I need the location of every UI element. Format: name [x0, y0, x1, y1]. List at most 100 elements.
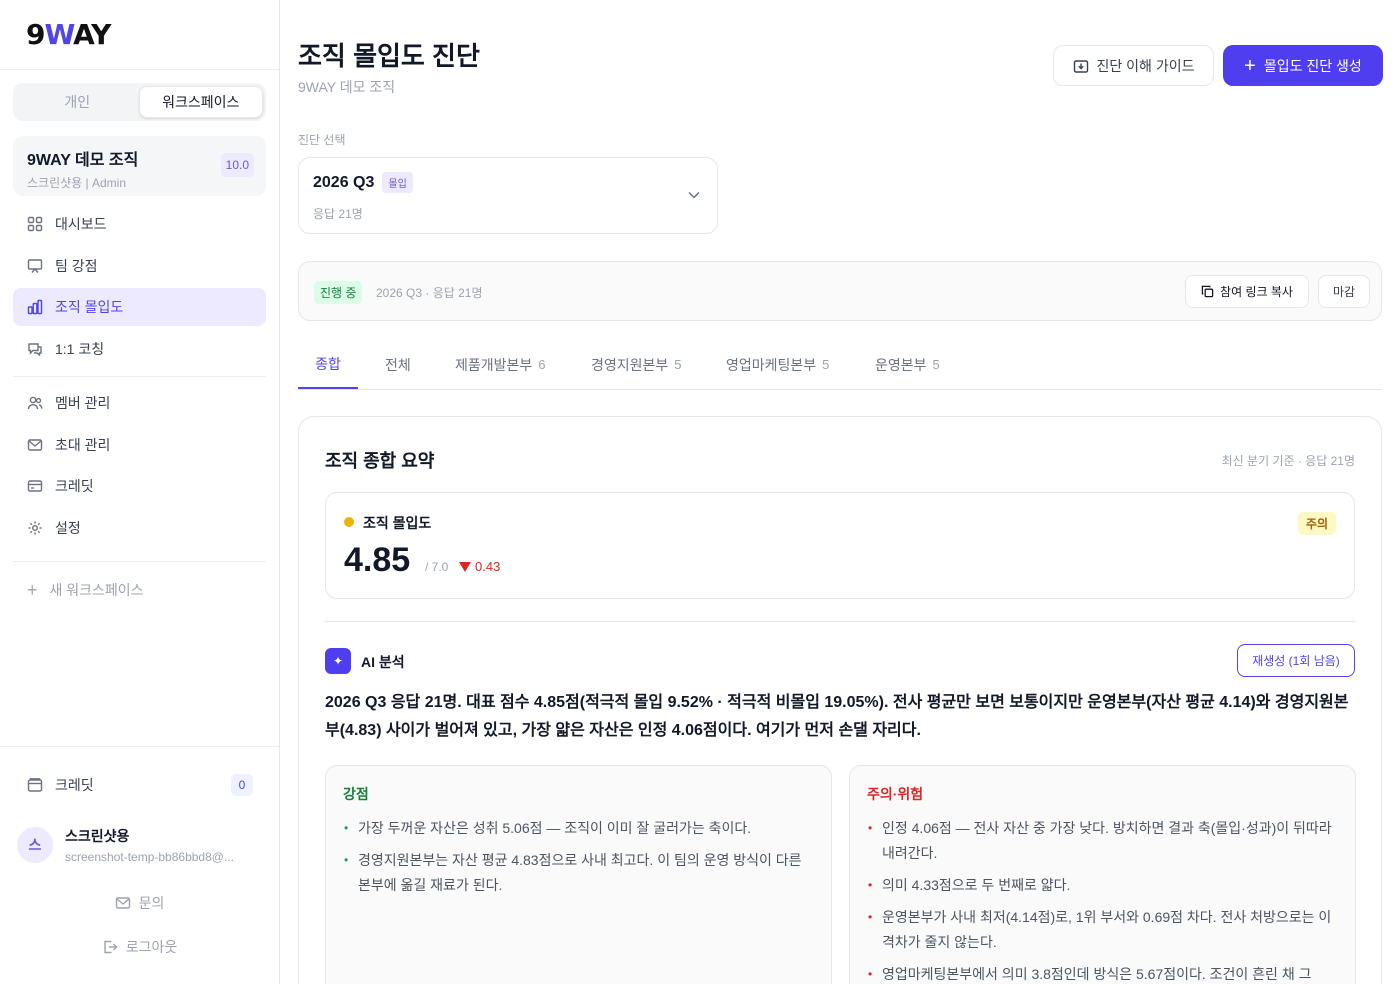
regenerate-button[interactable]: 재생성 (1회 남음): [1237, 644, 1355, 677]
scope-toggle: 개인 워크스페이스: [13, 83, 266, 121]
nav-divider: [13, 376, 266, 377]
nav-item-engagement[interactable]: 조직 몰입도: [13, 288, 266, 326]
credit-summary[interactable]: 크레딧 0: [27, 773, 253, 797]
nav-item-label: 초대 관리: [55, 436, 111, 453]
tab-bar: 종합 전체 제품개발본부 6 경영지원본부 5 영업마케팅본부 5 운영본부 5: [298, 340, 1382, 390]
selector-label: 진단 선택: [298, 133, 346, 147]
nav-item-dashboard[interactable]: 대시보드: [13, 205, 266, 243]
tab-product-dev[interactable]: 제품개발본부 6: [455, 340, 546, 389]
nav-item-label: 1:1 코칭: [55, 340, 105, 357]
card-icon: [27, 478, 43, 494]
tab-summary[interactable]: 종합: [298, 340, 358, 389]
nav-item-label: 대시보드: [55, 216, 107, 232]
tab-label: 종합: [315, 355, 341, 372]
avatar: 스: [17, 827, 53, 863]
plus-icon: +: [27, 580, 38, 600]
tab-all[interactable]: 전체: [385, 340, 411, 389]
metric-label: 조직 몰입도: [363, 515, 432, 531]
tab-count: 6: [538, 357, 546, 372]
list-item: 운영본부가 사내 최저(4.14점)로, 1위 부서와 0.69점 차다. 전사…: [867, 905, 1338, 955]
sparkle-icon: ✦: [325, 648, 351, 674]
diagnosis-selector[interactable]: 2026 Q3 몰입 응답 21명: [298, 157, 718, 234]
tab-label: 영업마케팅본부: [726, 356, 817, 373]
nav-item-members[interactable]: 멤버 관리: [13, 384, 266, 422]
metric-max: / 7.0: [425, 560, 449, 574]
workspace-card[interactable]: 9WAY 데모 조직 스크린샷용 | Admin 10.0: [13, 136, 266, 196]
summary-panel: 조직 종합 요약 최신 분기 기준 · 응답 21명 조직 몰입도 주의 4.8…: [298, 416, 1382, 984]
metric-delta-value: 0.43: [475, 559, 501, 574]
nav-item-label: 크레딧: [55, 478, 94, 494]
logout-label: 로그아웃: [125, 939, 178, 955]
status-bar: 진행 중 2026 Q3 · 응답 21명 참여 링크 복사 마감: [298, 261, 1382, 321]
strengths-box: 강점 가장 두꺼운 자산은 성취 5.06점 — 조직이 이미 잘 굴러가는 축…: [325, 765, 832, 984]
bar-chart-icon: [27, 299, 43, 315]
sidebar-footer-divider: [0, 746, 279, 747]
logout-icon: [102, 939, 118, 955]
nav-item-label: 설정: [55, 519, 81, 536]
nav-item-label: 조직 몰입도: [55, 299, 124, 315]
presentation-icon: [27, 258, 43, 274]
metric-value: 4.85: [344, 541, 411, 579]
nav-item-settings[interactable]: 설정: [13, 509, 266, 547]
selector-subtitle: 응답 21명: [313, 207, 363, 221]
page-subtitle: 9WAY 데모 조직: [298, 79, 396, 95]
inquiry-link[interactable]: 문의: [0, 893, 279, 913]
engagement-metric-card: 조직 몰입도 주의 4.85 / 7.0 0.43: [325, 492, 1355, 599]
nav-admin: 멤버 관리 초대 관리 크레딧 설정: [13, 384, 266, 550]
main-content: 조직 몰입도 진단 9WAY 데모 조직 진단 이해 가이드 + 몰입도 진단 …: [280, 0, 1400, 984]
list-item: 경영지원본부는 자산 평균 4.83점으로 사내 최고다. 이 팀의 운영 방식…: [343, 848, 814, 898]
workspace-name: 9WAY 데모 조직: [27, 152, 139, 169]
wallet-icon: [27, 777, 43, 793]
selector-title: 2026 Q3: [313, 173, 375, 191]
grid-icon: [27, 216, 43, 232]
selector-type-chip: 몰입: [382, 172, 413, 193]
tab-count: 5: [674, 357, 682, 372]
page-title: 조직 몰입도 진단: [298, 41, 480, 71]
copy-link-button[interactable]: 참여 링크 복사: [1185, 275, 1309, 308]
workspace-role: 스크린샷용 | Admin: [27, 176, 126, 190]
copy-icon: [1201, 285, 1214, 298]
risks-list: 인정 4.06점 — 전사 자산 중 가장 낮다. 방치하면 결과 축(몰입·성…: [867, 816, 1338, 984]
brand-logo[interactable]: 9WAY: [26, 18, 111, 51]
tab-label: 제품개발본부: [455, 356, 533, 373]
download-box-icon: [1073, 58, 1089, 74]
nav-item-credits[interactable]: 크레딧: [13, 467, 266, 505]
selector-title-row: 2026 Q3 몰입: [313, 172, 703, 193]
scope-workspace[interactable]: 워크스페이스: [138, 86, 263, 118]
nav-item-invites[interactable]: 초대 관리: [13, 426, 266, 464]
metric-delta: 0.43: [459, 559, 500, 574]
users-icon: [27, 395, 43, 411]
create-diagnosis-button[interactable]: + 몰입도 진단 생성: [1223, 45, 1383, 86]
nav-divider: [13, 561, 266, 562]
status-dot: [344, 517, 354, 527]
list-item: 가장 두꺼운 자산은 성취 5.06점 — 조직이 이미 잘 굴러가는 축이다.: [343, 816, 814, 841]
chat-icon: [27, 341, 43, 357]
scope-personal[interactable]: 개인: [16, 86, 139, 118]
ai-analysis-title: AI 분석: [361, 654, 405, 670]
new-workspace-button[interactable]: + 새 워크스페이스: [27, 580, 144, 600]
create-button-label: 몰입도 진단 생성: [1263, 57, 1362, 74]
user-profile[interactable]: 스 스크린샷용 screenshot-temp-bb86bbd8@...: [17, 826, 260, 864]
list-item: 의미 4.33점으로 두 번째로 얇다.: [867, 873, 1338, 898]
tab-sales-marketing[interactable]: 영업마케팅본부 5: [726, 340, 829, 389]
close-diagnosis-button[interactable]: 마감: [1318, 275, 1370, 308]
logo-area: 9WAY: [0, 0, 279, 70]
credit-label: 크레딧: [55, 777, 94, 793]
nav-item-team-strengths[interactable]: 팀 강점: [13, 247, 266, 285]
tab-management-support[interactable]: 경영지원본부 5: [591, 340, 682, 389]
tab-operations[interactable]: 운영본부 5: [875, 340, 940, 389]
panel-divider: [325, 621, 1355, 622]
tab-label: 경영지원본부: [591, 356, 669, 373]
risks-title: 주의·위험: [867, 786, 924, 802]
status-badge: 진행 중: [314, 281, 363, 304]
nav-item-label: 멤버 관리: [55, 395, 111, 411]
list-item: 영업마케팅본부에서 의미 3.8점인데 방식은 5.67점이다. 조건이 흔린 …: [867, 962, 1338, 984]
guide-button[interactable]: 진단 이해 가이드: [1053, 45, 1214, 86]
gear-icon: [27, 520, 43, 536]
nav-item-coaching[interactable]: 1:1 코칭: [13, 330, 266, 368]
logout-link[interactable]: 로그아웃: [0, 937, 279, 957]
guide-button-label: 진단 이해 가이드: [1096, 57, 1195, 74]
list-item: 인정 4.06점 — 전사 자산 중 가장 낮다. 방치하면 결과 축(몰입·성…: [867, 816, 1338, 866]
credit-count-badge: 0: [231, 774, 253, 796]
chevron-down-icon: [687, 188, 701, 207]
